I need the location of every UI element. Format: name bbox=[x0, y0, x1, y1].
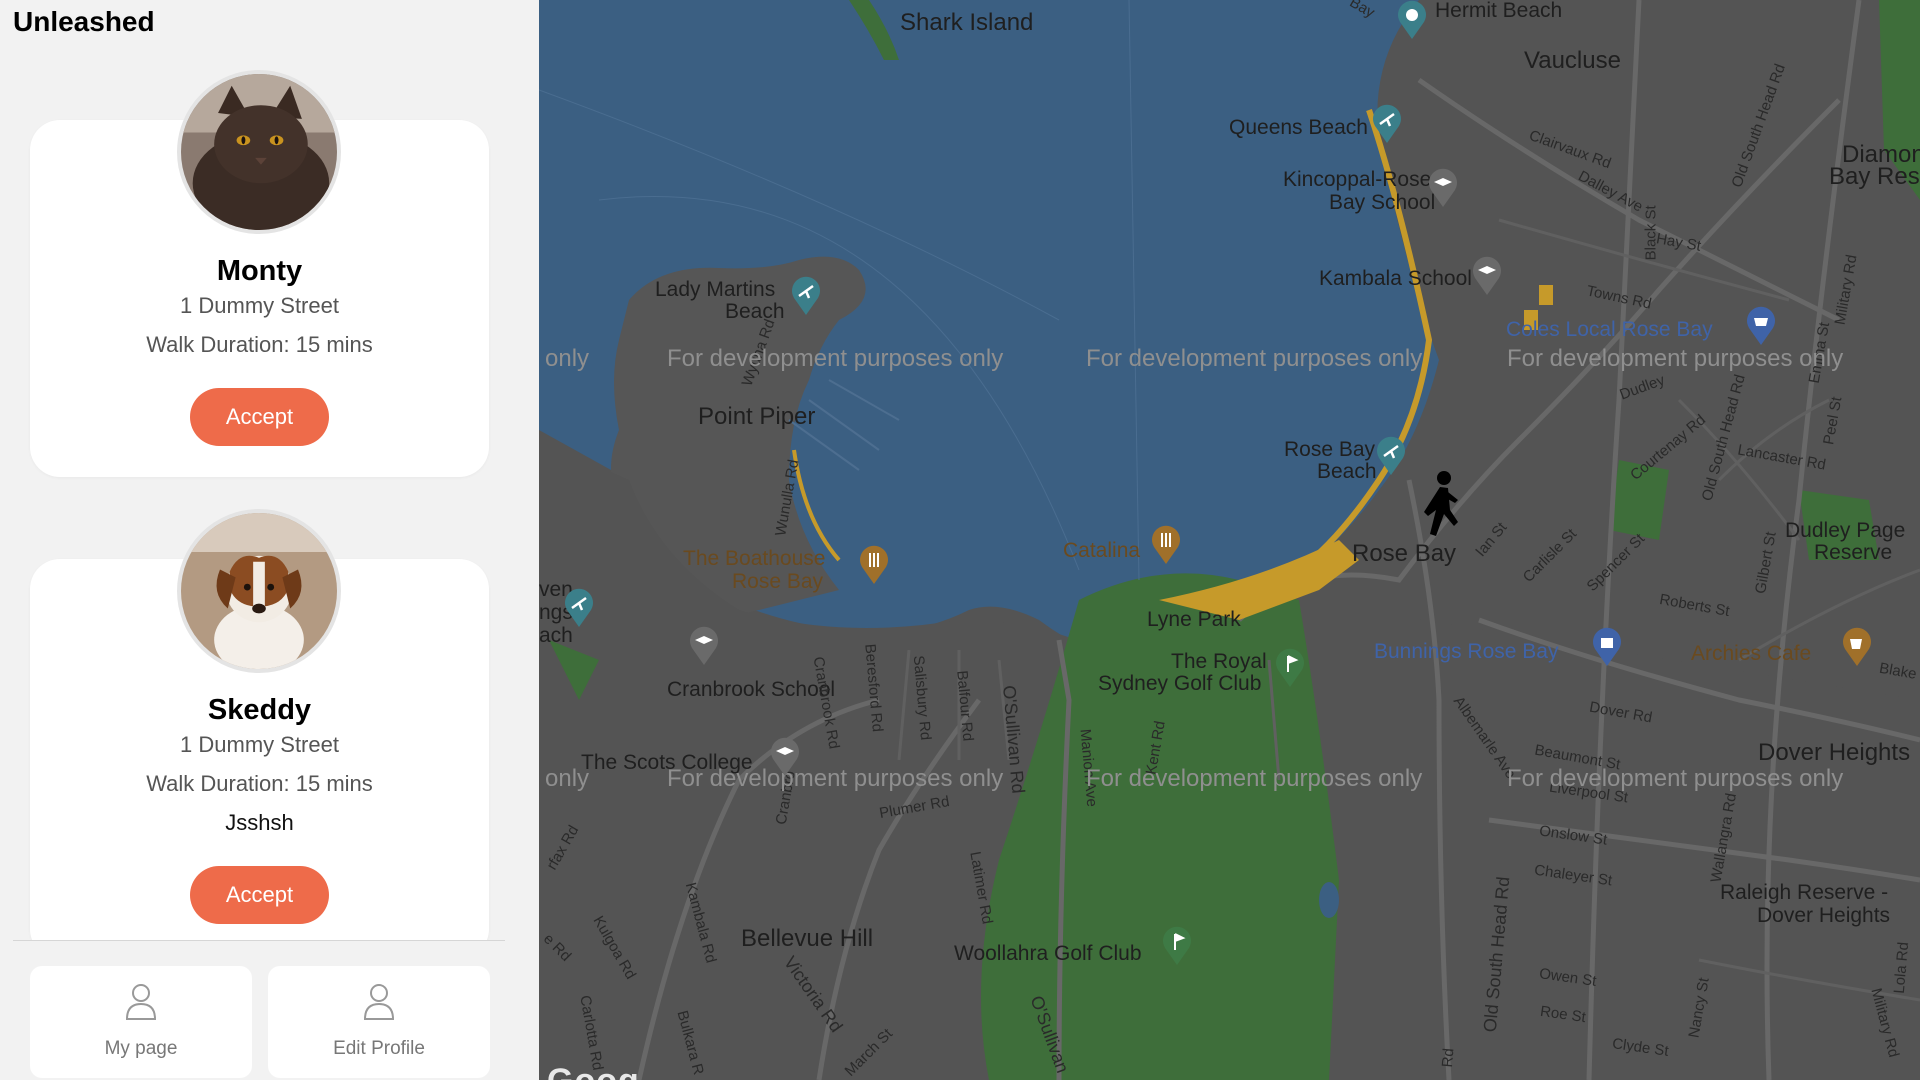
accept-button[interactable]: Accept bbox=[190, 866, 329, 924]
map-label-catalina: Catalina bbox=[1063, 539, 1141, 562]
pet-name: Skeddy bbox=[207, 694, 312, 726]
cafe-pin-icon[interactable] bbox=[1840, 627, 1874, 667]
dev-watermark: For development purposes only bbox=[1086, 345, 1423, 372]
map-label-boathouse-2: Rose Bay bbox=[732, 570, 824, 593]
map-label-lady-martins: Lady Martins bbox=[655, 278, 776, 301]
beach-pin-icon[interactable] bbox=[1374, 436, 1408, 476]
school-pin-icon[interactable] bbox=[768, 737, 802, 777]
pet-address: 1 Dummy Street bbox=[180, 732, 339, 757]
restaurant-pin-icon[interactable] bbox=[857, 545, 891, 585]
map-label-boathouse: The Boathouse bbox=[683, 547, 826, 570]
dev-watermark: For development purposes only bbox=[1507, 345, 1844, 372]
dev-watermark: For development purposes only bbox=[667, 345, 1004, 372]
map-label-kambala: Kambala School bbox=[1319, 267, 1472, 290]
tab-label: Edit Profile bbox=[333, 1038, 425, 1059]
map-label-bunnings: Bunnings Rose Bay bbox=[1374, 640, 1559, 663]
shopping-pin-icon[interactable] bbox=[1744, 306, 1778, 346]
map-label-lyne-park: Lyne Park bbox=[1147, 608, 1241, 631]
map-label-hermit-beach: Hermit Beach bbox=[1435, 0, 1563, 22]
cat-photo-icon bbox=[181, 74, 337, 230]
hardware-store-pin-icon[interactable] bbox=[1590, 627, 1624, 667]
map-label-even-3: ach bbox=[539, 624, 573, 647]
beach-pin-icon[interactable] bbox=[1370, 104, 1404, 144]
walk-duration: Walk Duration: 15 mins bbox=[146, 771, 373, 796]
beach-pin-icon[interactable] bbox=[562, 588, 596, 628]
map-label-vaucluse: Vaucluse bbox=[1524, 47, 1621, 74]
map-label-kincoppal: Kincoppal-Rose bbox=[1283, 168, 1432, 191]
pet-name: Monty bbox=[216, 255, 303, 287]
map-label-dudley-page-2: Reserve bbox=[1814, 541, 1893, 564]
google-logo: Goog bbox=[547, 1062, 640, 1080]
school-pin-icon[interactable] bbox=[687, 626, 721, 666]
tab-bar-divider bbox=[13, 940, 505, 941]
map-label-kincoppal-2: Bay School bbox=[1329, 191, 1436, 214]
map-label-raleigh-2: Dover Heights bbox=[1757, 904, 1891, 927]
dev-watermark: For development purposes only bbox=[1507, 765, 1844, 792]
map-label-rose-bay-beach: Rose Bay bbox=[1284, 438, 1376, 461]
map-label-royal-sydney: The Royal bbox=[1171, 650, 1267, 673]
accept-button[interactable]: Accept bbox=[190, 388, 329, 446]
requests-panel: Unleashed Monty 1 Dummy Street Walk Dura… bbox=[0, 0, 539, 1080]
map-label-raleigh: Raleigh Reserve - bbox=[1720, 881, 1889, 904]
dev-watermark: only bbox=[545, 765, 590, 792]
map-label-archies-cafe: Archies Cafe bbox=[1691, 642, 1812, 665]
tab-my-page[interactable]: My page bbox=[30, 966, 252, 1078]
map-label-coles: Coles Local Rose Bay bbox=[1506, 318, 1713, 341]
map-label-lady-martins-2: Beach bbox=[725, 300, 785, 323]
map-label-point-piper: Point Piper bbox=[698, 403, 816, 430]
dev-watermark: only bbox=[545, 345, 590, 372]
dev-watermark: For development purposes only bbox=[667, 765, 1004, 792]
map-label-dover-heights: Dover Heights bbox=[1758, 739, 1911, 766]
cat-photo-avatar bbox=[177, 70, 341, 234]
map-label-woollahra-golf: Woollahra Golf Club bbox=[954, 942, 1142, 965]
school-pin-icon[interactable] bbox=[1470, 256, 1504, 296]
person-icon bbox=[125, 984, 157, 1020]
tab-edit-profile[interactable]: Edit Profile bbox=[268, 966, 490, 1078]
walk-duration: Walk Duration: 15 mins bbox=[146, 332, 373, 357]
restaurant-pin-icon[interactable] bbox=[1149, 525, 1183, 565]
map-label-cranbrook: Cranbrook School bbox=[667, 678, 836, 701]
beach-pin-icon[interactable] bbox=[789, 276, 823, 316]
dog-photo-icon bbox=[181, 513, 337, 669]
person-icon bbox=[363, 984, 395, 1020]
map-label-queens-beach: Queens Beach bbox=[1229, 116, 1368, 139]
map-view[interactable]: Shark Island Hermit Beach Vaucluse Queen… bbox=[539, 0, 1920, 1080]
tab-label: My page bbox=[104, 1038, 178, 1059]
camera-pin-icon[interactable] bbox=[1395, 0, 1429, 40]
map-label-shark-island: Shark Island bbox=[900, 9, 1034, 36]
school-pin-icon[interactable] bbox=[1426, 168, 1460, 208]
request-list[interactable]: Monty 1 Dummy Street Walk Duration: 15 m… bbox=[0, 0, 539, 940]
dog-photo-avatar bbox=[177, 509, 341, 673]
street-label: Rd bbox=[1438, 1047, 1458, 1069]
dev-watermark: For development purposes only bbox=[1086, 765, 1423, 792]
map-label-rose-bay-beach-2: Beach bbox=[1317, 460, 1377, 483]
map-label-dudley-page: Dudley Page bbox=[1785, 519, 1906, 542]
map-label-bellevue-hill: Bellevue Hill bbox=[741, 925, 874, 952]
pet-note: Jsshsh bbox=[225, 810, 294, 835]
map-label-diamond-bay-2: Bay Rese bbox=[1829, 163, 1920, 190]
golf-pin-icon[interactable] bbox=[1160, 926, 1194, 966]
walking-person-icon[interactable] bbox=[1414, 470, 1466, 550]
pet-address: 1 Dummy Street bbox=[180, 293, 339, 318]
map-base-layer bbox=[539, 0, 1920, 1080]
map-label-royal-sydney-2: Sydney Golf Club bbox=[1098, 672, 1262, 695]
golf-pin-icon[interactable] bbox=[1273, 648, 1307, 688]
